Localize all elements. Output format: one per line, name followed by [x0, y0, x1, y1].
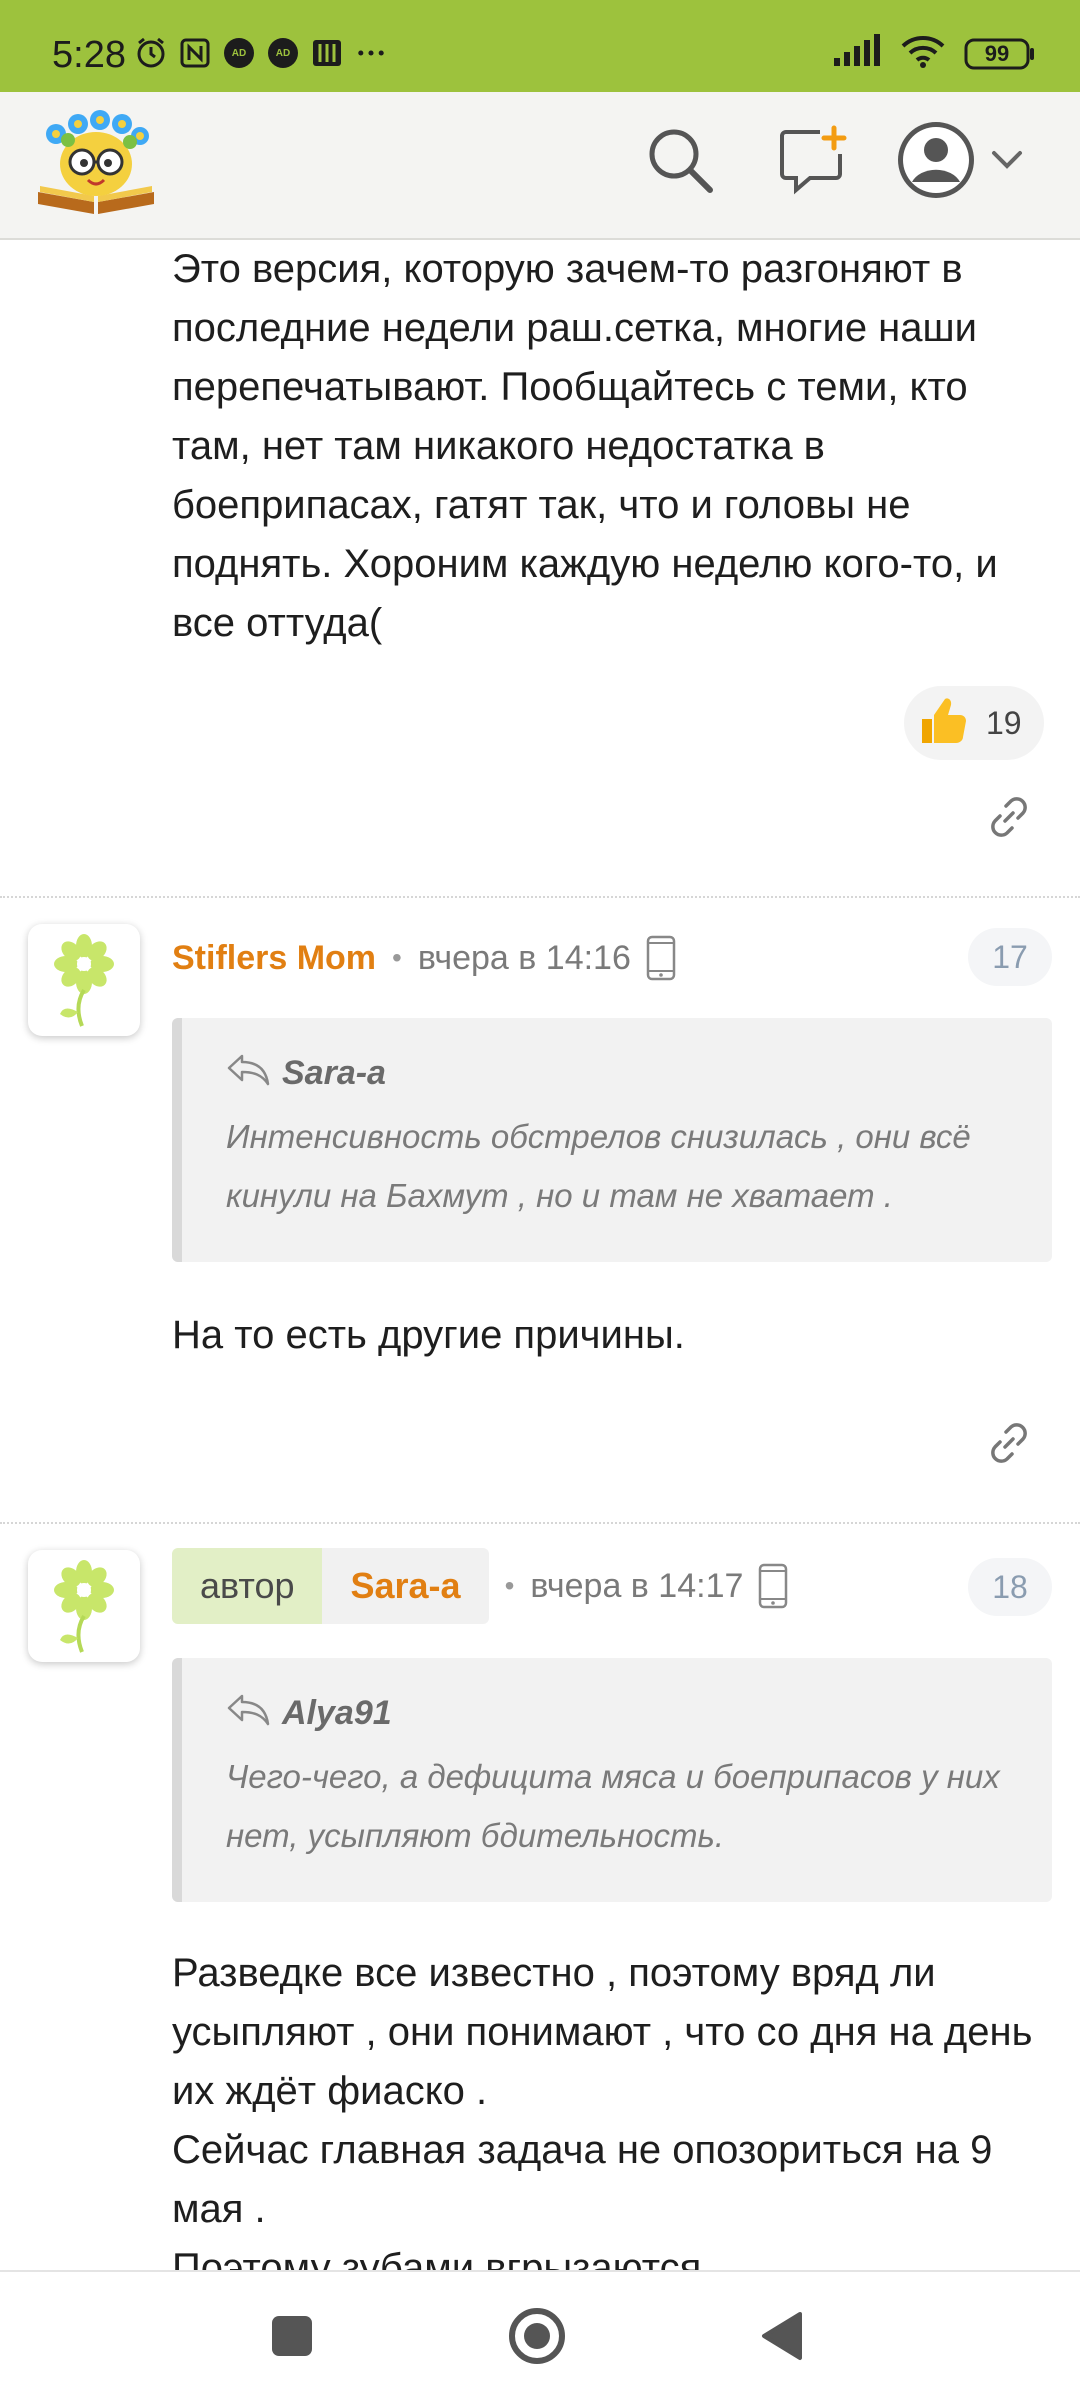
battery-level: 99: [984, 40, 1010, 66]
search-icon: [644, 124, 716, 201]
status-bar: 5:28 AD AD 99: [0, 0, 1080, 92]
comment-number-badge[interactable]: 17: [968, 928, 1052, 986]
mobile-device-icon: [757, 1562, 789, 1610]
wifi-icon: [900, 34, 946, 73]
quote-block: Alya91 Чего-чего, а дефицита мяса и боеп…: [172, 1658, 1052, 1902]
new-topic-button[interactable]: [772, 122, 852, 202]
notification-icons: AD AD: [134, 36, 388, 70]
user-menu-button[interactable]: [896, 120, 1036, 205]
author-tag: автор Sara-a: [172, 1548, 489, 1624]
adblock-icon: AD: [266, 36, 300, 70]
quote-author: Alya91: [282, 1694, 392, 1732]
status-right: 99: [832, 34, 1036, 73]
quote-author: Sara-a: [282, 1054, 386, 1092]
search-button[interactable]: [640, 122, 720, 202]
avatar[interactable]: [28, 1550, 140, 1662]
comment-number-badge[interactable]: 18: [968, 1558, 1052, 1616]
reply-arrow-icon: [226, 1052, 272, 1095]
mobile-device-icon: [645, 934, 677, 982]
comment-time[interactable]: вчера в 14:16: [418, 939, 631, 978]
more-dots-icon: [354, 36, 388, 70]
chevron-down-icon: [990, 143, 1024, 182]
author-label: автор: [172, 1548, 323, 1624]
quote-block: Sara-a Интенсивность обстрелов снизилась…: [172, 1018, 1052, 1262]
system-nav-bar: [0, 2270, 1080, 2400]
comment-text-line: Разведке все известно , поэтому вряд ли …: [172, 1951, 1033, 2113]
svg-text:AD: AD: [232, 48, 246, 59]
like-button[interactable]: 19: [904, 686, 1044, 760]
comment-meta: автор Sara-a • вчера в 14:17: [172, 1548, 789, 1624]
comment-text-line: Поэтому зубами вгрызаются .: [172, 2246, 724, 2270]
home-button[interactable]: [505, 2306, 569, 2370]
post-text: Это версия, которую зачем-то разгоняют в…: [172, 247, 998, 645]
separator-dot: •: [392, 942, 402, 973]
comment-time[interactable]: вчера в 14:17: [530, 1567, 743, 1606]
user-avatar-icon: [896, 120, 976, 205]
comments-feed: Это версия, которую зачем-то разгоняют в…: [0, 240, 1080, 2270]
thumbs-up-icon: [916, 693, 972, 754]
svg-text:AD: AD: [276, 48, 290, 59]
site-header: [0, 92, 1080, 240]
comment-divider: [0, 1522, 1080, 1524]
comment-username[interactable]: Stiflers Mom: [172, 939, 376, 978]
status-time: 5:28: [52, 34, 126, 76]
reply-arrow-icon: [226, 1692, 272, 1735]
permalink-link-icon[interactable]: [984, 792, 1034, 842]
alarm-icon: [134, 36, 168, 70]
battery-icon: 99: [964, 37, 1036, 71]
comment-meta: Stiflers Mom • вчера в 14:16: [172, 920, 677, 996]
back-triangle-icon: [758, 2310, 806, 2367]
comment-text-line: Сейчас главная задача не опозориться на …: [172, 2128, 993, 2231]
like-count: 19: [986, 704, 1022, 741]
recents-square-icon: [270, 2314, 314, 2363]
site-logo[interactable]: [34, 106, 158, 216]
adblock-icon: AD: [222, 36, 256, 70]
avatar[interactable]: [28, 924, 140, 1036]
signal-icon: [832, 34, 882, 73]
comment-text: Разведке все известно , поэтому вряд ли …: [172, 1944, 1052, 2270]
quote-text: Чего-чего, а дефицита мяса и боеприпасов…: [226, 1758, 1000, 1854]
permalink-link-icon[interactable]: [984, 1418, 1034, 1468]
new-topic-icon: [776, 124, 848, 201]
comment-username[interactable]: Sara-a: [322, 1548, 489, 1624]
separator-dot: •: [504, 1570, 515, 1601]
quote-header: Sara-a: [226, 1052, 1012, 1095]
comment-divider: [0, 896, 1080, 898]
quote-text: Интенсивность обстрелов снизилась , они …: [226, 1118, 971, 1214]
comment-text: На то есть другие причины.: [172, 1313, 685, 1357]
recents-button[interactable]: [260, 2306, 324, 2370]
nfc-icon: [178, 36, 212, 70]
quote-header: Alya91: [226, 1692, 1012, 1735]
back-button[interactable]: [750, 2306, 814, 2370]
books-icon: [310, 36, 344, 70]
home-circle-icon: [507, 2306, 567, 2371]
